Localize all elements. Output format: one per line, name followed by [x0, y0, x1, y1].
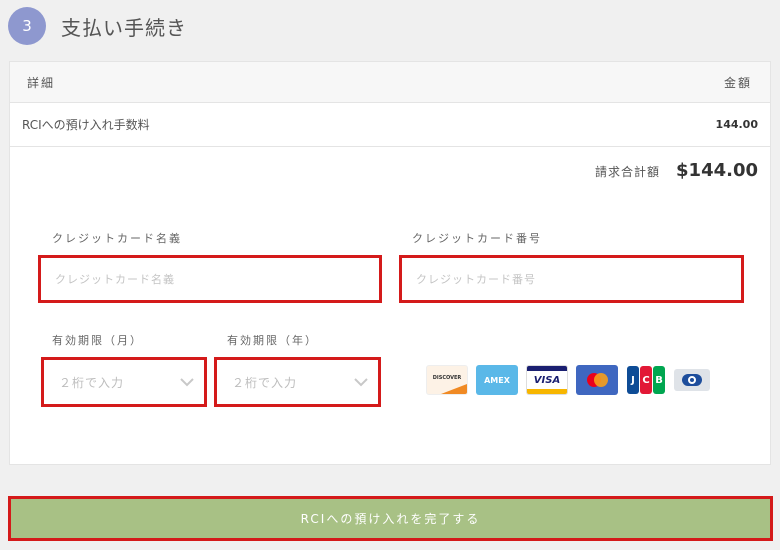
step-header: 3 支払い手続き	[8, 6, 187, 46]
chevron-down-icon	[180, 378, 194, 387]
complete-deposit-button[interactable]: RCIへの預け入れを完了する	[8, 496, 773, 541]
discover-card-icon: DISCOVER	[426, 365, 468, 395]
exp-year-select-inner[interactable]: ２桁で入力	[217, 360, 378, 404]
exp-month-label: 有効期限（月）	[52, 334, 143, 347]
page-title: 支払い手続き	[61, 15, 187, 40]
exp-month-select[interactable]: ２桁で入力	[41, 357, 207, 407]
row-amount: 144.00	[715, 118, 758, 131]
total-summary: 請求合計額 $144.00	[595, 160, 758, 181]
mastercard-icon	[576, 365, 618, 395]
accepted-cards: DISCOVER AMEX VISA J C B	[426, 365, 710, 395]
exp-year-label: 有効期限（年）	[227, 334, 318, 347]
card-number-label: クレジットカード番号	[412, 232, 542, 245]
amex-card-icon: AMEX	[476, 365, 518, 395]
row-label: RCIへの預け入れ手数料	[22, 118, 150, 132]
amount-column-header: 金額	[723, 75, 752, 90]
exp-year-select[interactable]: ２桁で入力	[214, 357, 381, 407]
exp-month-select-inner[interactable]: ２桁で入力	[44, 360, 204, 404]
payment-panel: 詳細 金額 RCIへの預け入れ手数料 144.00 請求合計額 $144.00 …	[9, 61, 771, 465]
detail-column-header: 詳細	[27, 75, 56, 90]
card-name-label: クレジットカード名義	[52, 232, 182, 245]
table-row: RCIへの預け入れ手数料 144.00	[10, 103, 770, 147]
card-name-input[interactable]	[41, 258, 379, 300]
total-label: 請求合計額	[595, 165, 661, 179]
diners-club-icon	[674, 369, 710, 391]
visa-card-icon: VISA	[526, 365, 568, 395]
jcb-card-icon: J C B	[626, 365, 666, 395]
step-number-badge: 3	[8, 7, 46, 45]
total-value: $144.00	[676, 160, 758, 181]
card-number-field-wrapper	[399, 255, 744, 303]
card-number-input[interactable]	[402, 258, 741, 300]
table-header: 詳細 金額	[10, 62, 770, 103]
card-name-field-wrapper	[38, 255, 382, 303]
exp-year-placeholder: ２桁で入力	[232, 375, 298, 390]
exp-month-placeholder: ２桁で入力	[59, 375, 125, 390]
chevron-down-icon	[354, 378, 368, 387]
